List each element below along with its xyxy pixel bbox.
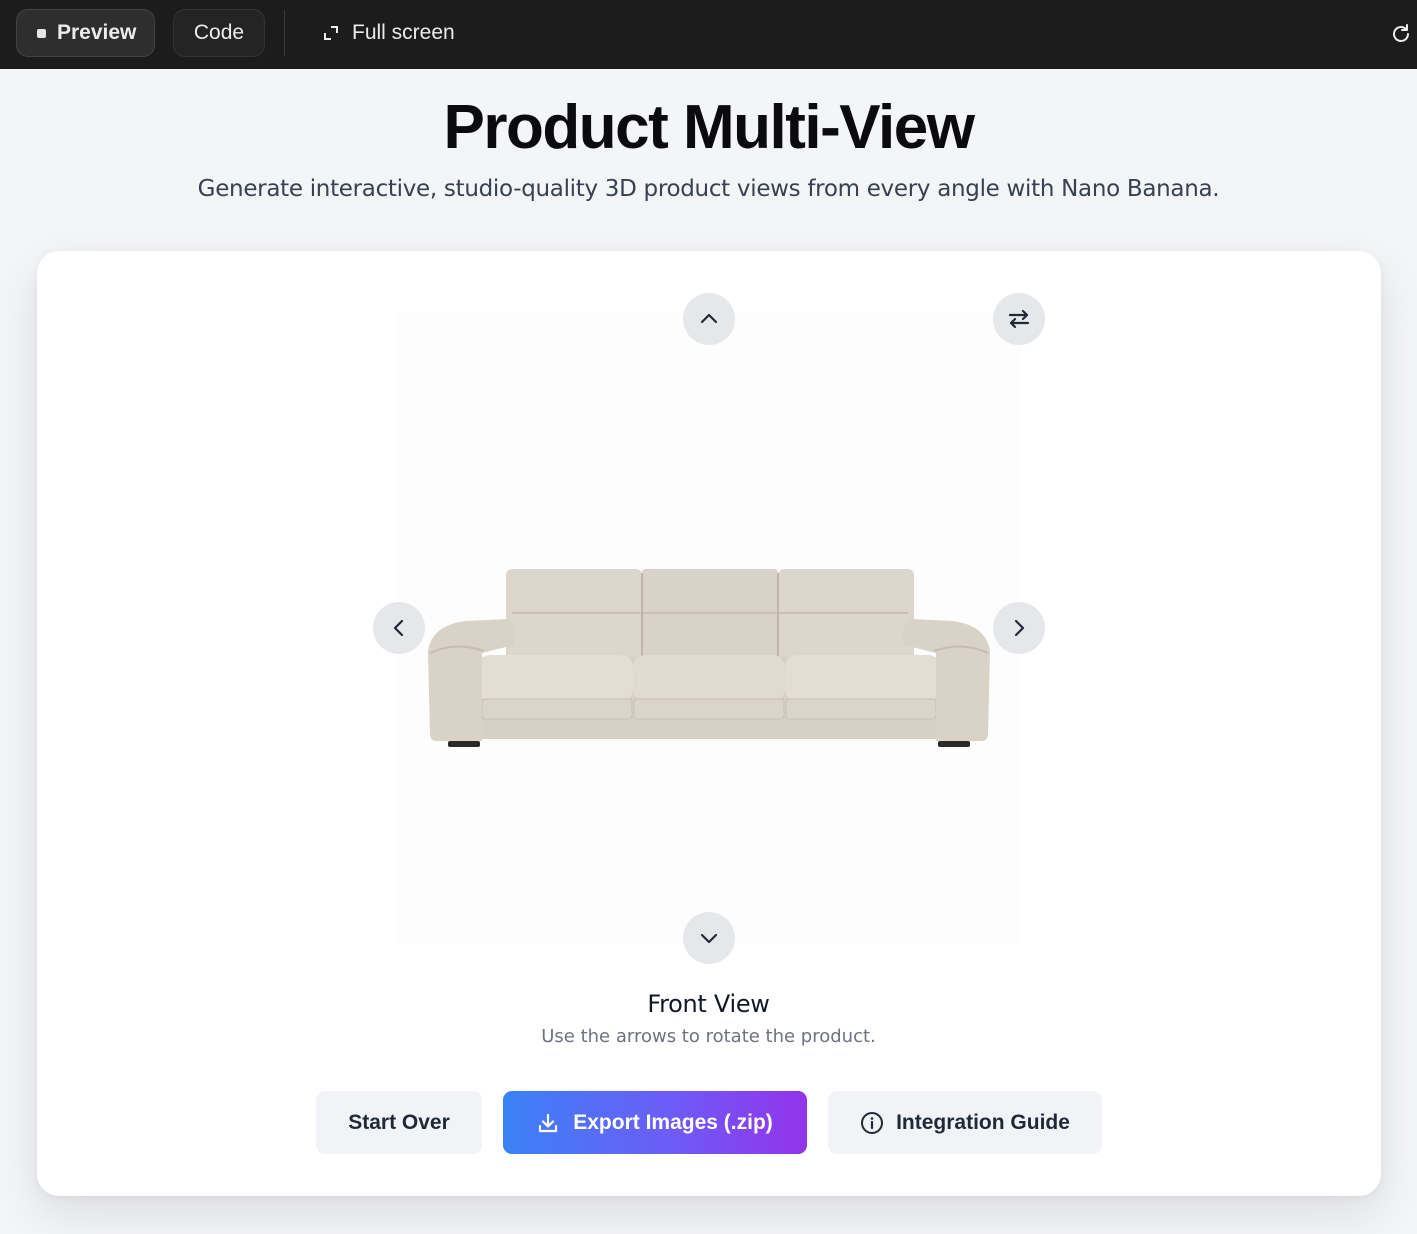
reload-icon[interactable] (1389, 22, 1413, 46)
page-title: Product Multi-View (443, 93, 975, 162)
chevron-left-icon (393, 619, 404, 637)
rotate-down-button[interactable] (683, 912, 735, 964)
page-subtitle: Generate interactive, studio-quality 3D … (197, 176, 1220, 202)
preview-dot-icon (37, 28, 46, 38)
current-view-label: Front View (647, 990, 770, 1018)
swap-arrows-icon (1008, 309, 1030, 329)
fullscreen-button[interactable]: Full screen (322, 9, 482, 57)
code-tab[interactable]: Code (173, 9, 265, 57)
rotate-right-button[interactable] (993, 602, 1045, 654)
product-viewer[interactable] (396, 313, 1022, 943)
rotate-left-button[interactable] (373, 602, 425, 654)
preview-tab[interactable]: Preview (16, 9, 155, 57)
expand-icon (324, 26, 338, 40)
export-label: Export Images (.zip) (573, 1110, 773, 1134)
export-images-button[interactable]: Export Images (.zip) (503, 1091, 807, 1154)
sofa-product-image (428, 569, 990, 747)
code-tab-label: Code (193, 21, 245, 44)
rotate-up-button[interactable] (683, 293, 735, 345)
preview-tab-label: Preview (57, 21, 137, 44)
chevron-down-icon (700, 933, 718, 944)
top-toolbar: Preview Code Full screen (0, 0, 1417, 69)
integration-guide-button[interactable]: Integration Guide (828, 1091, 1102, 1154)
download-icon (539, 1113, 558, 1132)
info-icon (861, 1111, 884, 1134)
chevron-right-icon (1014, 619, 1025, 637)
start-over-label: Start Over (348, 1110, 450, 1134)
rotate-hint: Use the arrows to rotate the product. (541, 1026, 876, 1047)
swap-view-button[interactable] (993, 293, 1045, 345)
integration-guide-label: Integration Guide (896, 1110, 1070, 1134)
start-over-button[interactable]: Start Over (316, 1091, 482, 1154)
toolbar-divider (284, 10, 285, 56)
fullscreen-label: Full screen (352, 21, 455, 44)
chevron-up-icon (700, 313, 718, 324)
